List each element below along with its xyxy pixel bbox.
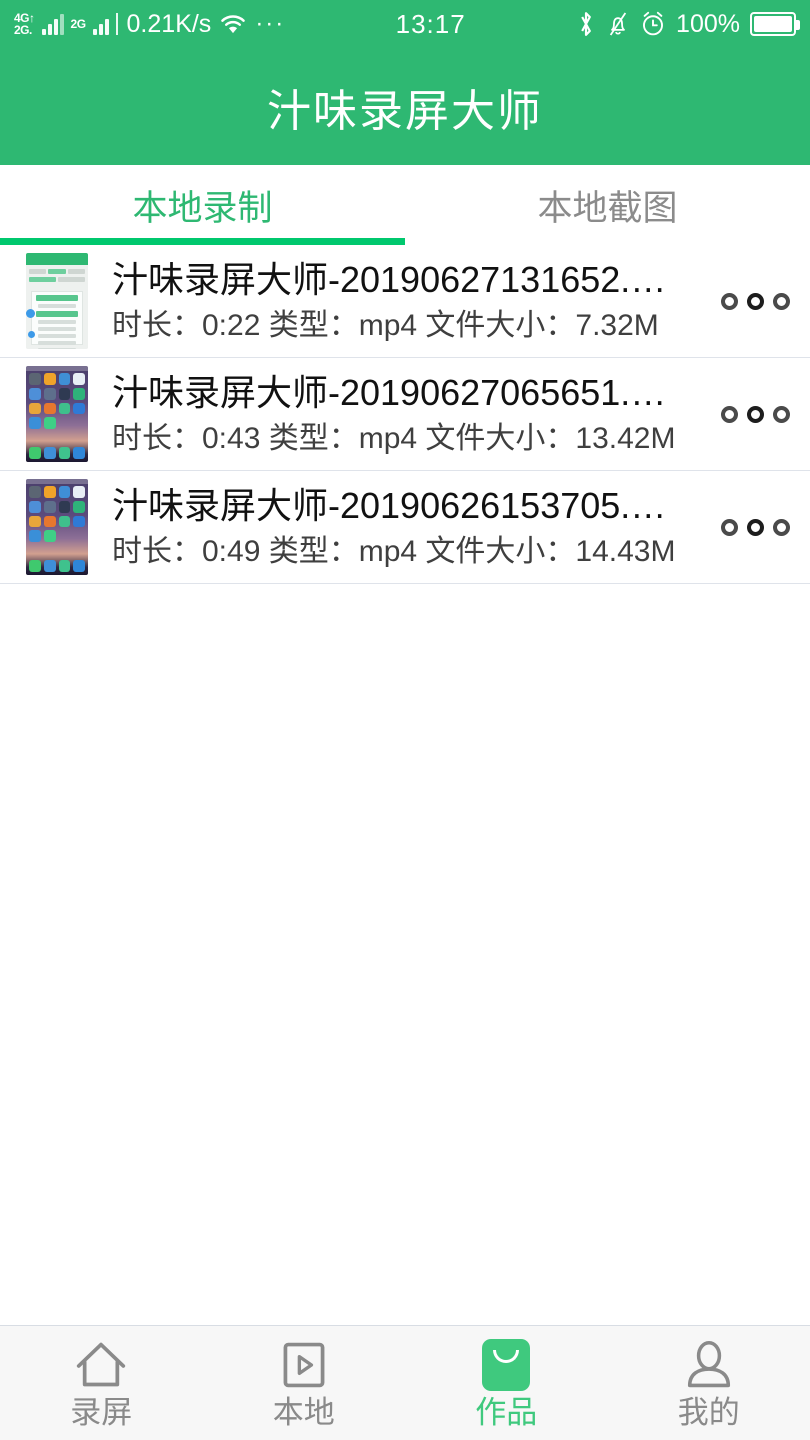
more-options-icon[interactable] [700, 405, 810, 423]
network-speed-label: 0.21K/s [126, 9, 212, 38]
signal-divider [115, 13, 118, 35]
table-row[interactable]: 汁味录屏大师-20190626153705.… 时长：0:49 类型：mp4 文… [0, 471, 810, 584]
video-thumbnail[interactable] [26, 479, 88, 575]
status-bar-left: 4G↑ 2G. 2G 0.21K/s ··· [14, 10, 285, 39]
recording-title: 汁味录屏大师-20190627131652.… [112, 258, 667, 300]
network-label-second: 2G [70, 17, 87, 31]
table-row[interactable]: 汁味录屏大师-20190627131652.… 时长：0:22 类型：mp4 文… [0, 245, 810, 358]
row-text-block: 汁味录屏大师-20190627131652.… 时长：0:22 类型：mp4 文… [88, 259, 700, 344]
network-type-label-2: 2G [70, 17, 87, 31]
row-text-block: 汁味录屏大师-20190627065651.… 时长：0:43 类型：mp4 文… [88, 372, 700, 457]
nav-label-works: 作品 [475, 1394, 538, 1430]
nav-item-works[interactable]: 作品 [405, 1326, 608, 1440]
nav-label-mine: 我的 [677, 1394, 740, 1430]
tab-bar: 本地录制 本地截图 [0, 165, 810, 245]
network-label-bottom: 2G. [14, 23, 32, 37]
recordings-list: 汁味录屏大师-20190627131652.… 时长：0:22 类型：mp4 文… [0, 245, 810, 1325]
wifi-icon [218, 12, 248, 36]
tab-local-recordings[interactable]: 本地录制 [0, 165, 405, 245]
page-title: 汁味录屏大师 [267, 86, 543, 136]
recording-title: 汁味录屏大师-20190626153705.… [112, 484, 667, 526]
app-header: 汁味录屏大师 [0, 48, 810, 165]
video-thumbnail[interactable] [26, 253, 88, 349]
nav-item-local[interactable]: 本地 [203, 1326, 406, 1440]
bag-icon [482, 1338, 531, 1391]
status-bar-right: 100% [576, 9, 800, 39]
bottom-navigation: 录屏 本地 作品 我的 [0, 1325, 810, 1440]
battery-icon [750, 12, 800, 36]
home-icon [72, 1339, 130, 1391]
table-row[interactable]: 汁味录屏大师-20190627065651.… 时长：0:43 类型：mp4 文… [0, 358, 810, 471]
status-bar: 4G↑ 2G. 2G 0.21K/s ··· 13:17 100% [0, 0, 810, 48]
recording-meta: 时长：0:49 类型：mp4 文件大小：14.43M [112, 534, 676, 568]
signal-bars-icon-1 [41, 13, 64, 35]
more-options-icon[interactable] [700, 518, 810, 536]
bluetooth-icon [576, 10, 596, 38]
status-clock: 13:17 [395, 8, 466, 39]
video-play-icon [277, 1339, 331, 1391]
network-type-labels: 4G↑ 2G. [14, 12, 35, 36]
recording-title: 汁味录屏大师-20190627065651.… [112, 371, 667, 413]
nav-item-record[interactable]: 录屏 [0, 1326, 203, 1440]
signal-bars-icon-2 [92, 13, 109, 35]
alarm-clock-icon [640, 10, 666, 38]
status-overflow-icon: ··· [255, 10, 286, 37]
tab-active-underline [0, 238, 405, 245]
recording-meta: 时长：0:43 类型：mp4 文件大小：13.42M [112, 421, 676, 455]
battery-percent-label: 100% [676, 9, 740, 38]
video-thumbnail[interactable] [26, 366, 88, 462]
row-text-block: 汁味录屏大师-20190626153705.… 时长：0:49 类型：mp4 文… [88, 485, 700, 570]
app-screen: 4G↑ 2G. 2G 0.21K/s ··· 13:17 100% 汁味录屏大师… [0, 0, 810, 1440]
nav-label-record: 录屏 [70, 1394, 133, 1430]
recording-meta: 时长：0:22 类型：mp4 文件大小：7.32M [112, 308, 659, 342]
bell-muted-icon [606, 10, 630, 38]
tab-local-screenshots[interactable]: 本地截图 [405, 165, 810, 245]
nav-label-local: 本地 [272, 1394, 335, 1430]
nav-item-mine[interactable]: 我的 [608, 1326, 810, 1440]
person-icon [682, 1339, 736, 1391]
more-options-icon[interactable] [700, 292, 810, 310]
